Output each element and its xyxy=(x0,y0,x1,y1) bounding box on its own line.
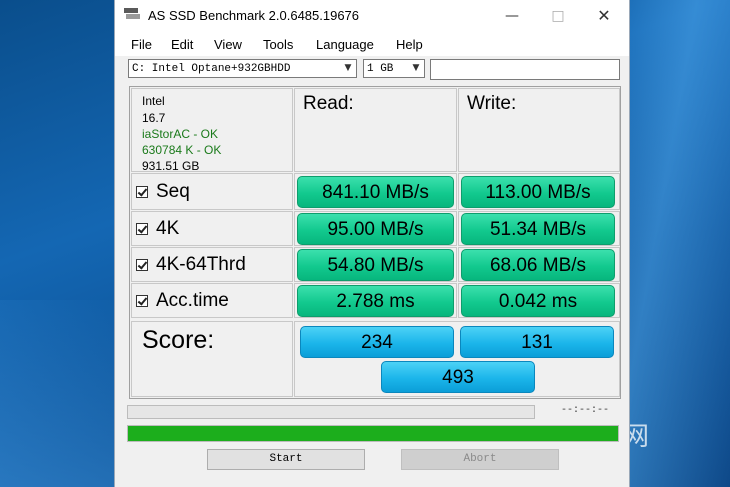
4k64-read-result: 54.80 MB/s xyxy=(297,249,454,281)
checkbox-checked-icon[interactable] xyxy=(136,223,148,235)
overall-progress-bar xyxy=(127,425,619,442)
close-button[interactable]: ✕ xyxy=(581,0,627,32)
abort-button[interactable]: Abort xyxy=(401,449,559,470)
window-title: AS SSD Benchmark 2.0.6485.19676 xyxy=(148,8,360,23)
checkbox-checked-icon[interactable] xyxy=(136,295,148,307)
row-4k-checkbox[interactable]: 4K xyxy=(136,218,179,240)
menu-bar: File Edit View Tools Language Help xyxy=(115,32,629,56)
title-bar[interactable]: AS SSD Benchmark 2.0.6485.19676 — □ ✕ xyxy=(115,0,629,32)
menu-view[interactable]: View xyxy=(214,37,242,52)
row-4k-label-cell: 4K xyxy=(131,211,293,246)
write-header-cell: Write: xyxy=(458,88,620,172)
search-input[interactable] xyxy=(430,59,620,80)
drive-driver-status: iaStorAC - OK xyxy=(142,127,219,141)
menu-edit[interactable]: Edit xyxy=(171,37,193,52)
read-header: Read: xyxy=(303,93,354,114)
desktop-light-streak-left xyxy=(0,300,120,487)
row-4k64-label-cell: 4K-64Thrd xyxy=(131,247,293,282)
row-acc-checkbox[interactable]: Acc.time xyxy=(136,290,229,312)
seq-read-result: 841.10 MB/s xyxy=(297,176,454,208)
4k-read-result: 95.00 MB/s xyxy=(297,213,454,245)
size-select[interactable]: 1 GB ▼ xyxy=(363,59,425,78)
results-grid: Intel 16.7 iaStorAC - OK 630784 K - OK 9… xyxy=(129,86,621,399)
drive-alignment-status: 630784 K - OK xyxy=(142,143,222,157)
menu-help[interactable]: Help xyxy=(396,37,423,52)
row-4k-read-cell: 95.00 MB/s xyxy=(294,211,457,246)
menu-tools[interactable]: Tools xyxy=(263,37,293,52)
score-label-cell: Score: xyxy=(131,321,293,397)
row-acc-label: Acc.time xyxy=(156,290,229,311)
elapsed-time: --:--:-- xyxy=(561,405,610,416)
checkbox-checked-icon[interactable] xyxy=(136,259,148,271)
score-write: 131 xyxy=(460,326,614,358)
row-acc-read-cell: 2.788 ms xyxy=(294,283,457,318)
score-values-cell: 234 131 493 xyxy=(294,321,620,397)
row-seq-read-cell: 841.10 MB/s xyxy=(294,173,457,210)
score-total: 493 xyxy=(381,361,535,393)
overall-progress-fill xyxy=(128,426,618,441)
start-button[interactable]: Start xyxy=(207,449,365,470)
drive-select-value: C: Intel Optane+932GBHDD xyxy=(132,63,291,75)
4k-write-result: 51.34 MB/s xyxy=(461,213,615,245)
row-4k64-read-cell: 54.80 MB/s xyxy=(294,247,457,282)
minimize-button[interactable]: — xyxy=(489,0,535,32)
row-acc-label-cell: Acc.time xyxy=(131,283,293,318)
read-header-cell: Read: xyxy=(294,88,457,172)
4k64-write-result: 68.06 MB/s xyxy=(461,249,615,281)
acc-write-result: 0.042 ms xyxy=(461,285,615,317)
row-4k64-checkbox[interactable]: 4K-64Thrd xyxy=(136,254,246,276)
drive-select[interactable]: C: Intel Optane+932GBHDD ▼ xyxy=(128,59,357,78)
drive-info-panel: Intel 16.7 iaStorAC - OK 630784 K - OK 9… xyxy=(131,88,293,173)
row-4k-label: 4K xyxy=(156,218,180,239)
acc-read-result: 2.788 ms xyxy=(297,285,454,317)
drive-vendor: Intel xyxy=(142,94,165,108)
seq-write-result: 113.00 MB/s xyxy=(461,176,615,208)
chevron-down-icon[interactable]: ▼ xyxy=(408,60,424,77)
checkbox-checked-icon[interactable] xyxy=(136,186,148,198)
maximize-button[interactable]: □ xyxy=(535,0,581,32)
app-window: AS SSD Benchmark 2.0.6485.19676 — □ ✕ Fi… xyxy=(114,0,630,487)
drive-firmware: 16.7 xyxy=(142,111,166,125)
write-header: Write: xyxy=(467,93,517,114)
row-seq-label-cell: Seq xyxy=(131,173,293,210)
row-seq-checkbox[interactable]: Seq xyxy=(136,181,190,203)
test-progress-bar xyxy=(127,405,535,419)
score-read: 234 xyxy=(300,326,454,358)
row-4k64-write-cell: 68.06 MB/s xyxy=(458,247,620,282)
size-select-value: 1 GB xyxy=(367,63,394,75)
row-acc-write-cell: 0.042 ms xyxy=(458,283,620,318)
drive-capacity: 931.51 GB xyxy=(142,159,200,173)
toolbar: C: Intel Optane+932GBHDD ▼ 1 GB ▼ xyxy=(115,56,629,82)
row-4k64-label: 4K-64Thrd xyxy=(156,254,246,275)
menu-file[interactable]: File xyxy=(131,37,152,52)
score-label: Score: xyxy=(142,326,215,354)
menu-language[interactable]: Language xyxy=(316,37,374,52)
row-seq-write-cell: 113.00 MB/s xyxy=(458,173,620,210)
row-seq-label: Seq xyxy=(156,181,190,202)
row-4k-write-cell: 51.34 MB/s xyxy=(458,211,620,246)
chevron-down-icon[interactable]: ▼ xyxy=(340,60,356,77)
app-icon xyxy=(124,8,140,22)
